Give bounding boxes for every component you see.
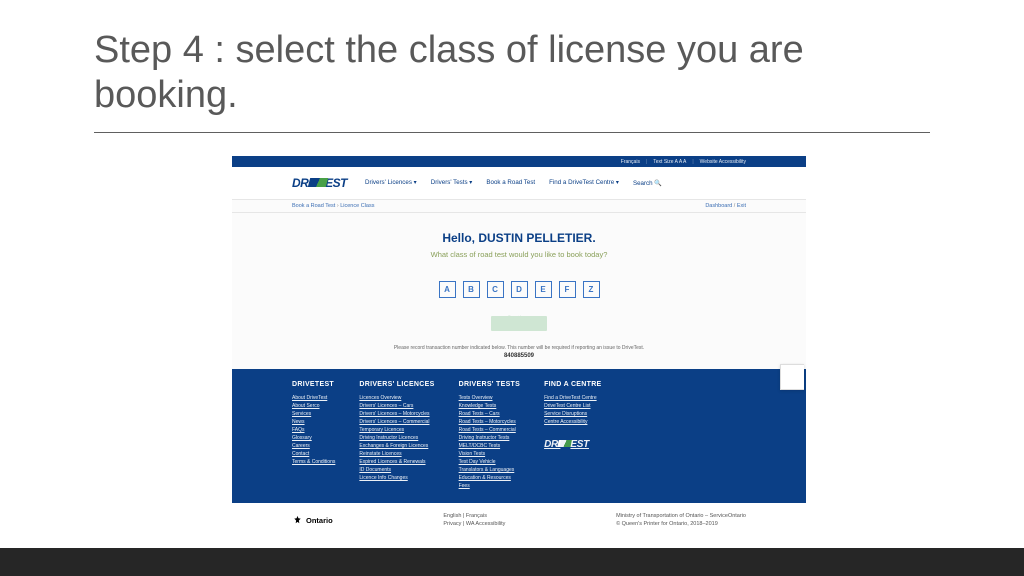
drivetest-logo[interactable]: DRI EST [292,176,347,190]
nav-tests[interactable]: Drivers' Tests ▾ [431,179,473,187]
footer-link[interactable]: Terms & Conditions [292,459,335,465]
exit-link[interactable]: Exit [732,203,746,209]
footer-heading: DRIVERS' LICENCES [359,381,434,388]
class-e-button[interactable]: E [535,281,552,298]
lang-links[interactable]: English | Français [443,513,505,519]
footer-link[interactable]: About DriveTest [292,395,335,401]
footer-link[interactable]: Education & Resources [459,475,521,481]
footer-heading: DRIVERS' TESTS [459,381,521,388]
footer-link[interactable]: Drivers' Licences – Motorcycles [359,411,434,417]
footer-logo: DRIEST [544,439,589,450]
separator: | [692,159,693,165]
privacy-links[interactable]: Privacy | WA Accessibility [443,521,505,527]
nav-book[interactable]: Book a Road Test [486,179,535,187]
footer-heading: DRIVETEST [292,381,335,388]
nav-find[interactable]: Find a DriveTest Centre ▾ [549,179,619,187]
footer-link[interactable]: Knowledge Tests [459,403,521,409]
copyright-text: © Queen's Printer for Ontario, 2018–2019 [616,521,746,527]
accessibility-link[interactable]: Website Accessibility [700,159,746,165]
footer-link[interactable]: Licences Overview [359,395,434,401]
transaction-note: Please record transaction number indicat… [292,345,746,351]
screenshot: Français | Text Size A A A | Website Acc… [232,156,806,534]
header: DRI EST Drivers' Licences ▾ Drivers' Tes… [232,167,806,199]
footer-link[interactable]: News [292,419,335,425]
class-a-button[interactable]: A [439,281,456,298]
main-content: Hello, DUSTIN PELLETIER. What class of r… [232,213,806,369]
continue-button[interactable]: Continue [491,316,547,331]
footer-link[interactable]: ID Documents [359,467,434,473]
footer-link[interactable]: About Serco [292,403,335,409]
footer-link[interactable]: Vision Tests [459,451,521,457]
footer-link[interactable]: Test Day Vehicle [459,459,521,465]
crumb-class: Licence Class [335,203,374,209]
ontario-logo[interactable]: Ontario [292,513,333,527]
footer-link[interactable]: Driving Instructor Tests [459,435,521,441]
footer-link[interactable]: Glossary [292,435,335,441]
footer-link[interactable]: Road Tests – Cars [459,411,521,417]
class-z-button[interactable]: Z [583,281,600,298]
title-rule [94,132,930,133]
footer-link[interactable]: Drivers' Licences – Commercial [359,419,434,425]
main-nav: Drivers' Licences ▾ Drivers' Tests ▾ Boo… [365,179,662,187]
footer-link[interactable]: Careers [292,443,335,449]
greeting: Hello, DUSTIN PELLETIER. [292,231,746,245]
ministry-text: Ministry of Transportation of Ontario – … [616,513,746,519]
nav-search[interactable]: Search 🔍 [633,179,662,187]
footer-col-drivetest: DRIVETEST About DriveTest About Serco Se… [292,381,335,489]
class-selector: A B C D E F Z [292,281,746,298]
class-c-button[interactable]: C [487,281,504,298]
class-b-button[interactable]: B [463,281,480,298]
footer-link[interactable]: DriveTest Centre List [544,403,590,409]
recaptcha-badge[interactable] [780,364,804,390]
footer-link[interactable]: Road Tests – Motorcycles [459,419,521,425]
footer-link[interactable]: Fees [459,483,521,489]
crumb-book[interactable]: Book a Road Test [292,203,335,209]
prompt-text: What class of road test would you like t… [292,250,746,259]
footer-link[interactable]: Translators & Languages [459,467,521,473]
footer-col-tests: DRIVERS' TESTS Tests Overview Knowledge … [459,381,521,489]
dashboard-link[interactable]: Dashboard [705,203,732,209]
slide-footer-bar [0,548,1024,576]
slide-title: Step 4 : select the class of license you… [94,28,930,118]
footer-link[interactable]: Licence Info Changes [359,475,434,481]
nav-licences[interactable]: Drivers' Licences ▾ [365,179,417,187]
footer-link[interactable]: Drivers' Licences – Cars [359,403,434,409]
footer: DRIVETEST About DriveTest About Serco Se… [232,369,806,503]
util-bar: Français | Text Size A A A | Website Acc… [232,156,806,167]
footer-link[interactable]: Services [292,411,335,417]
trillium-icon [292,515,303,526]
class-f-button[interactable]: F [559,281,576,298]
footer-link[interactable]: Reinstate Licences [359,451,434,457]
footer-link[interactable]: Service Disruptions [544,411,587,417]
footer-heading: FIND A CENTRE [544,381,601,388]
footer-link[interactable]: Find a DriveTest Centre [544,395,597,401]
footer-link[interactable]: Exchanges & Foreign Licences [359,443,434,449]
separator: | [646,159,647,165]
footer-link[interactable]: Contact [292,451,335,457]
footer-link[interactable]: FAQs [292,427,335,433]
logo-text: EST [325,176,347,190]
footer-link[interactable]: Road Tests – Commercial [459,427,521,433]
transaction-number: 840885509 [292,353,746,359]
footer-link[interactable]: MELT/DCBC Tests [459,443,521,449]
breadcrumb: Book a Road TestLicence Class DashboardE… [232,199,806,213]
footer-col-licences: DRIVERS' LICENCES Licences Overview Driv… [359,381,434,489]
class-d-button[interactable]: D [511,281,528,298]
lang-toggle[interactable]: Français [621,159,640,165]
footer-link[interactable]: Driving Instructor Licences [359,435,434,441]
text-size[interactable]: Text Size A A A [653,159,686,165]
footer-link[interactable]: Tests Overview [459,395,521,401]
footer-col-centre: FIND A CENTRE Find a DriveTest Centre Dr… [544,381,601,489]
footer-link[interactable]: Expired Licences & Renewals [359,459,434,465]
sub-footer: Ontario English | Français Privacy | WA … [232,503,806,545]
footer-link[interactable]: Centre Accessibility [544,419,587,425]
logo-stripe-icon [308,178,328,187]
footer-link[interactable]: Temporary Licences [359,427,434,433]
